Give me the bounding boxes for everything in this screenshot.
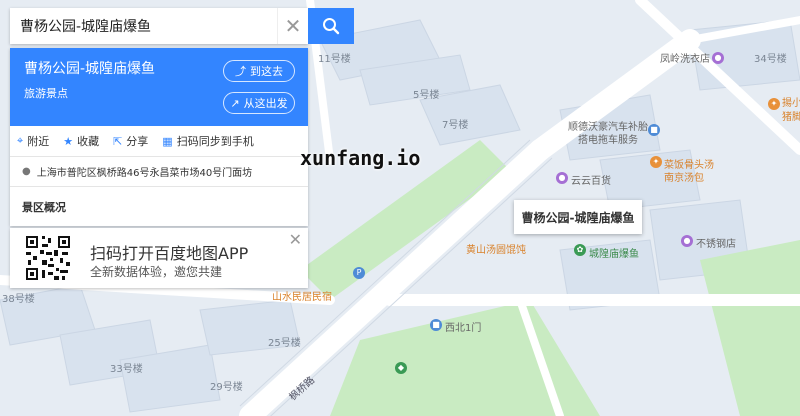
facility-pin-icon[interactable]: ◆	[395, 362, 407, 374]
favorite-button[interactable]: ★ 收藏	[56, 126, 106, 156]
search-button[interactable]	[308, 8, 354, 44]
nearby-button[interactable]: ⌖ 附近	[10, 126, 56, 156]
scenic-overview-tab[interactable]: 景区概况	[10, 188, 308, 226]
go-here-button[interactable]: ⤴ 到这去	[223, 60, 295, 82]
poi-label[interactable]: 凤岭洗衣店	[660, 50, 710, 65]
shop-pin-icon[interactable]: ●	[556, 172, 568, 184]
building-label: 25号楼	[268, 338, 301, 349]
poi-label: 揚小	[782, 98, 800, 109]
poi-callout[interactable]: 曹杨公园-城隍庙爆鱼	[514, 200, 642, 234]
poi-category: 旅游景点	[24, 87, 68, 100]
qr-icon: ▦	[162, 134, 173, 148]
from-here-button[interactable]: ↗ 从这出发	[223, 92, 295, 114]
promo-subtitle: 全新数据体验，邀您共建	[90, 265, 223, 279]
route-icon: ⤴	[235, 65, 246, 78]
route-start-icon: ↗	[230, 96, 240, 110]
poi-address: 上海市普陀区枫桥路46号永昌菜市场40号门面坊	[36, 168, 253, 179]
search-icon	[323, 18, 340, 35]
building-label: 5号楼	[413, 90, 440, 101]
building-label: 34号楼	[754, 54, 787, 65]
building-label: 33号楼	[110, 364, 143, 375]
close-promo-button[interactable]: ✕	[289, 230, 302, 249]
poi-label: 南京汤包	[664, 173, 704, 184]
star-icon: ★	[63, 134, 74, 148]
shop-pin-icon[interactable]: ●	[681, 235, 693, 247]
poi-action-row: ⌖ 附近 ★ 收藏 ⇱ 分享 ▦ 扫码同步到手机	[10, 126, 308, 157]
poi-label[interactable]: 山水民居民宿	[272, 288, 332, 303]
close-icon: ✕	[284, 14, 302, 38]
building-label: 29号楼	[210, 382, 243, 393]
watermark-text: xunfang.io	[300, 146, 421, 170]
search-box: ✕	[10, 8, 308, 44]
poi-title: 曹杨公园-城隍庙爆鱼	[24, 61, 156, 77]
parking-icon[interactable]: P	[353, 267, 365, 279]
poi-card-header: 曹杨公园-城隍庙爆鱼 旅游景点 ⤴ 到这去 ↗ 从这出发	[10, 48, 308, 126]
poi-detail-card: 曹杨公园-城隍庙爆鱼 旅游景点 ⤴ 到这去 ↗ 从这出发 ⌖ 附近 ★ 收藏 ⇱…	[10, 48, 308, 226]
car-service-pin-icon[interactable]: ■	[648, 124, 660, 136]
poi-label[interactable]: 西北1门	[445, 319, 481, 334]
food-pin-icon[interactable]: ✦	[768, 98, 780, 110]
poi-label[interactable]: 不锈钢店	[696, 235, 736, 250]
share-icon: ⇱	[113, 134, 123, 148]
app-promo-panel: 扫码打开百度地图APP 全新数据体验，邀您共建 ✕	[10, 228, 308, 288]
clear-search-button[interactable]: ✕	[277, 8, 308, 44]
poi-label[interactable]: 黄山汤圆馄饨	[466, 241, 526, 256]
food-pin-icon[interactable]: ✦	[650, 156, 662, 168]
qr-code-icon	[24, 234, 72, 282]
scenic-pin-icon[interactable]: ✿	[574, 244, 586, 256]
poi-label: 搭电拖车服务	[578, 135, 638, 146]
poi-label: 猪脚	[782, 112, 800, 123]
address-row: ● 上海市普陀区枫桥路46号永昌菜市场40号门面坊	[10, 157, 308, 187]
building-label: 11号楼	[318, 54, 351, 65]
poi-label[interactable]: 城隍庙爆鱼	[589, 245, 639, 260]
sync-to-phone-button[interactable]: ▦ 扫码同步到手机	[155, 126, 260, 156]
close-icon: ✕	[288, 230, 302, 249]
promo-title: 扫码打开百度地图APP	[90, 244, 249, 263]
gate-pin-icon[interactable]: ■	[430, 319, 442, 331]
share-button[interactable]: ⇱ 分享	[106, 126, 155, 156]
building-label: 38号楼	[2, 294, 35, 305]
location-pin-icon: ⌖	[17, 134, 24, 147]
search-input[interactable]	[10, 8, 276, 44]
location-pin-icon: ●	[22, 166, 31, 177]
poi-label[interactable]: 云云百货	[571, 172, 611, 187]
shop-pin-icon[interactable]: ●	[712, 52, 724, 64]
building-label: 7号楼	[442, 120, 469, 131]
